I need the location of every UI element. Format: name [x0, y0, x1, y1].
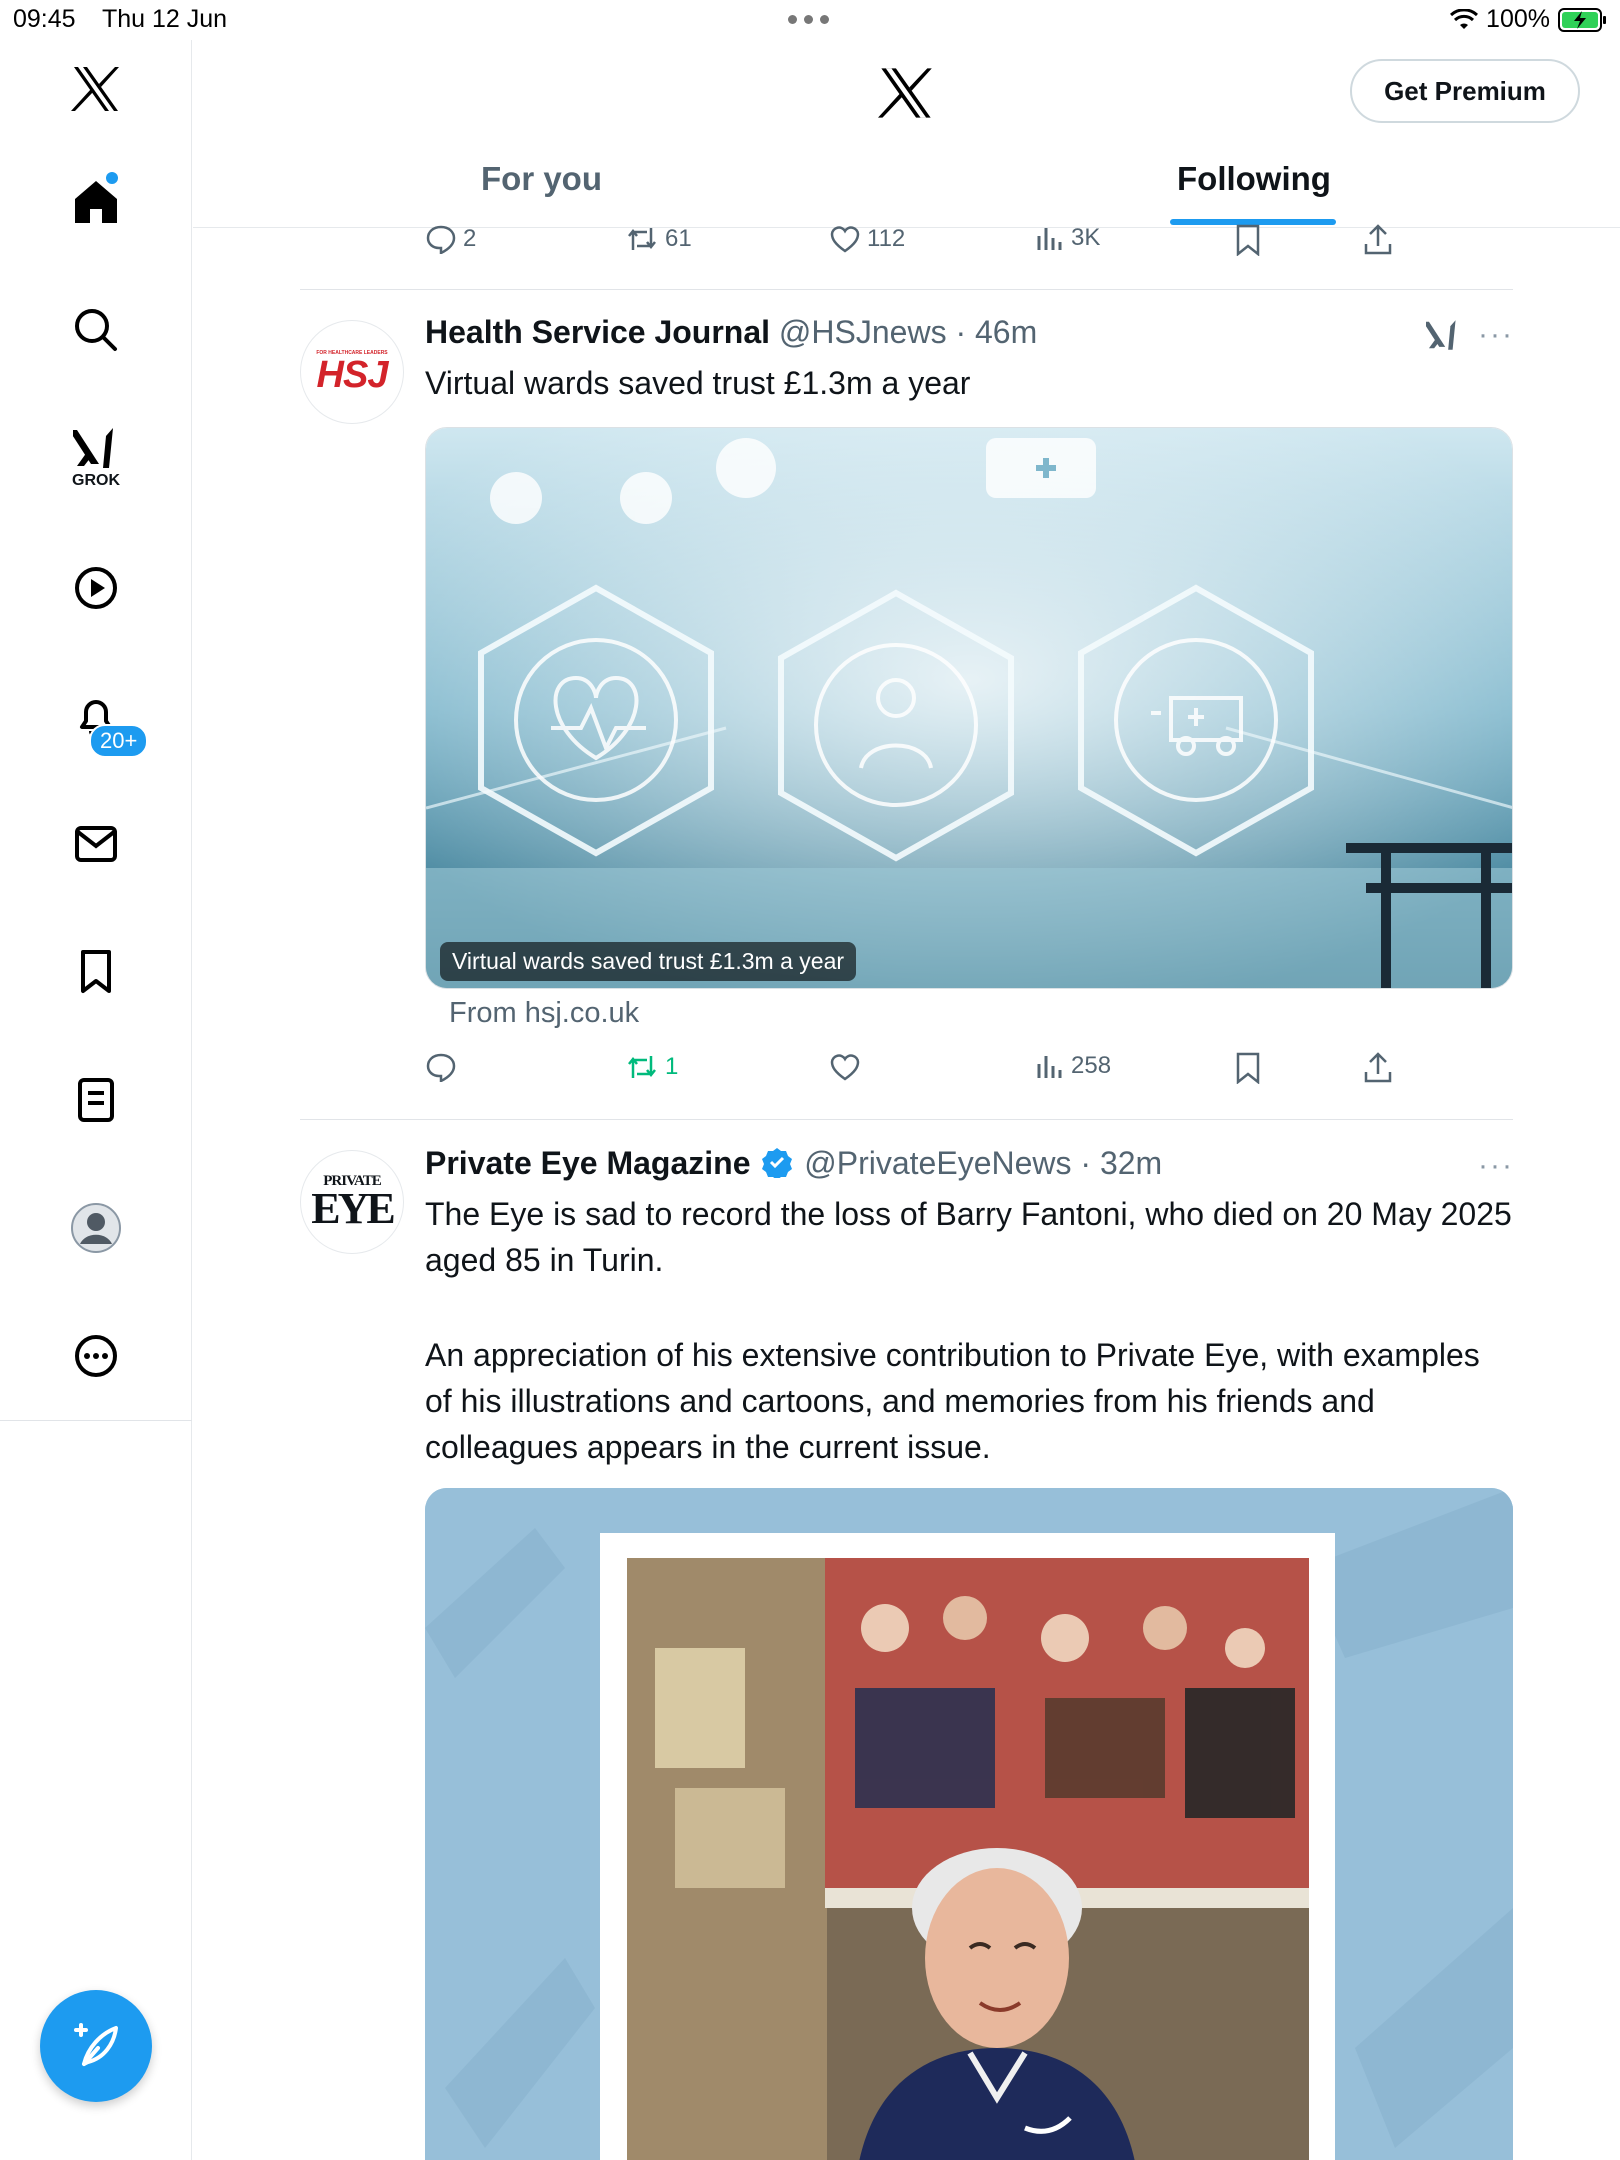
status-bar: 09:45 Thu 12 Jun 100% — [0, 0, 1620, 40]
link-source[interactable]: From hsj.co.uk — [449, 997, 639, 1030]
repost-count: 61 — [665, 225, 692, 252]
views-count: 3K — [1071, 224, 1101, 251]
tab-following[interactable]: Following — [1177, 160, 1331, 198]
author-handle[interactable]: @HSJnews — [779, 314, 947, 350]
views-chart-icon — [1037, 228, 1062, 250]
bookmarks-icon[interactable] — [56, 932, 136, 1012]
repost-count: 1 — [665, 1053, 679, 1080]
tab-for-you[interactable]: For you — [481, 160, 602, 198]
author-name[interactable]: Private Eye Magazine — [425, 1145, 750, 1181]
views-count: 258 — [1071, 1052, 1112, 1079]
author-handle[interactable]: @PrivateEyeNews — [804, 1145, 1071, 1181]
tweet-text-paragraph-1: The Eye is sad to record the loss of Bar… — [425, 1196, 1512, 1278]
repost-button[interactable]: 1 — [625, 1052, 678, 1082]
messages-envelope-icon[interactable] — [56, 804, 136, 884]
repost-button[interactable]: 61 — [625, 224, 692, 254]
tweet-text: Virtual wards saved trust £1.3m a year — [425, 365, 971, 401]
home-icon[interactable] — [56, 162, 136, 242]
tweet-time[interactable]: 46m — [975, 314, 1037, 350]
avatar-private-eye[interactable]: PRIVATE EYE — [300, 1150, 404, 1254]
repost-icon — [628, 1056, 656, 1078]
more-options-icon[interactable]: ··· — [1478, 1149, 1514, 1183]
tweet-divider — [300, 289, 1513, 290]
tweet-actions: 2 61 112 3K — [425, 224, 1425, 264]
heart-icon — [830, 1054, 860, 1081]
barry-fantoni-photo — [425, 1488, 1513, 2160]
more-options-icon[interactable]: ··· — [1478, 318, 1514, 352]
bookmark-button[interactable] — [1234, 224, 1262, 256]
share-button[interactable] — [1363, 224, 1393, 256]
avatar-private-eye-bottom: EYE — [311, 1183, 396, 1233]
share-button[interactable] — [1363, 1052, 1393, 1084]
reply-icon — [426, 225, 456, 254]
search-icon[interactable] — [56, 290, 136, 370]
compose-post-button[interactable] — [40, 1990, 152, 2102]
bookmark-icon — [1236, 224, 1260, 256]
avatar-hsj-logo: HSJ — [316, 353, 389, 396]
timeline-header: Get Premium For you Following — [193, 40, 1620, 228]
reply-count: 2 — [463, 225, 477, 252]
views-chart-icon — [1037, 1056, 1062, 1078]
status-right: 100% — [1450, 5, 1608, 34]
get-premium-button[interactable]: Get Premium — [1350, 59, 1580, 123]
reply-button[interactable]: 2 — [425, 224, 476, 254]
tweet-header: Health Service Journal @HSJnews · 46m — [425, 314, 1038, 350]
tweet-time[interactable]: 32m — [1100, 1145, 1162, 1181]
reply-button[interactable] — [425, 1052, 457, 1082]
like-button[interactable]: 112 — [829, 224, 905, 254]
grok-label: GROK — [72, 472, 120, 489]
lists-icon[interactable] — [56, 1060, 136, 1140]
more-options-icon[interactable] — [56, 1316, 136, 1396]
virtual-ward-illustration — [426, 428, 1512, 988]
status-date: Thu 12 Jun — [102, 5, 228, 33]
verified-badge-icon — [762, 1148, 793, 1178]
share-icon — [1364, 224, 1392, 255]
like-button[interactable] — [829, 1052, 861, 1082]
notifications-badge: 20+ — [89, 724, 149, 758]
status-time: 09:45 — [13, 5, 76, 33]
repost-icon — [628, 228, 656, 250]
tweet-media-image[interactable] — [425, 427, 1513, 989]
views-button[interactable]: 3K — [1035, 224, 1100, 252]
bookmark-button[interactable] — [1234, 1052, 1262, 1084]
battery-percent: 100% — [1486, 5, 1550, 33]
views-button[interactable]: 258 — [1035, 1052, 1111, 1080]
wifi-icon — [1450, 8, 1479, 29]
x-logo-icon[interactable] — [878, 66, 934, 120]
author-name[interactable]: Health Service Journal — [425, 314, 770, 350]
avatar-hsj[interactable]: FOR HEALTHCARE LEADERS HSJ — [300, 320, 404, 424]
heart-icon — [830, 226, 860, 253]
reply-icon — [426, 1053, 456, 1082]
grok-explain-icon[interactable] — [1426, 318, 1460, 352]
compose-feather-icon — [74, 2023, 118, 2066]
like-count: 112 — [867, 225, 906, 252]
tweet-divider — [300, 1119, 1513, 1120]
tweet-text-paragraph-2: An appreciation of his extensive contrib… — [425, 1337, 1480, 1465]
x-logo-icon[interactable] — [56, 49, 136, 129]
sidebar: GROK 20+ — [0, 40, 192, 2160]
battery-charging-icon — [1558, 7, 1606, 32]
tweet-media-image[interactable] — [425, 1488, 1513, 2160]
video-play-icon[interactable] — [56, 548, 136, 628]
tweet-header: Private Eye Magazine @PrivateEyeNews · 3… — [425, 1145, 1163, 1181]
grok-nav-item[interactable]: GROK — [56, 418, 136, 498]
bookmark-icon — [1236, 1052, 1260, 1084]
profile-avatar-icon[interactable] — [56, 1188, 136, 1268]
grok-icon — [73, 428, 113, 468]
media-caption: Virtual wards saved trust £1.3m a year — [440, 942, 857, 981]
multitasking-dots-icon[interactable] — [788, 6, 829, 24]
share-icon — [1364, 1052, 1392, 1083]
tweet-actions: 1 258 — [425, 1052, 1425, 1092]
